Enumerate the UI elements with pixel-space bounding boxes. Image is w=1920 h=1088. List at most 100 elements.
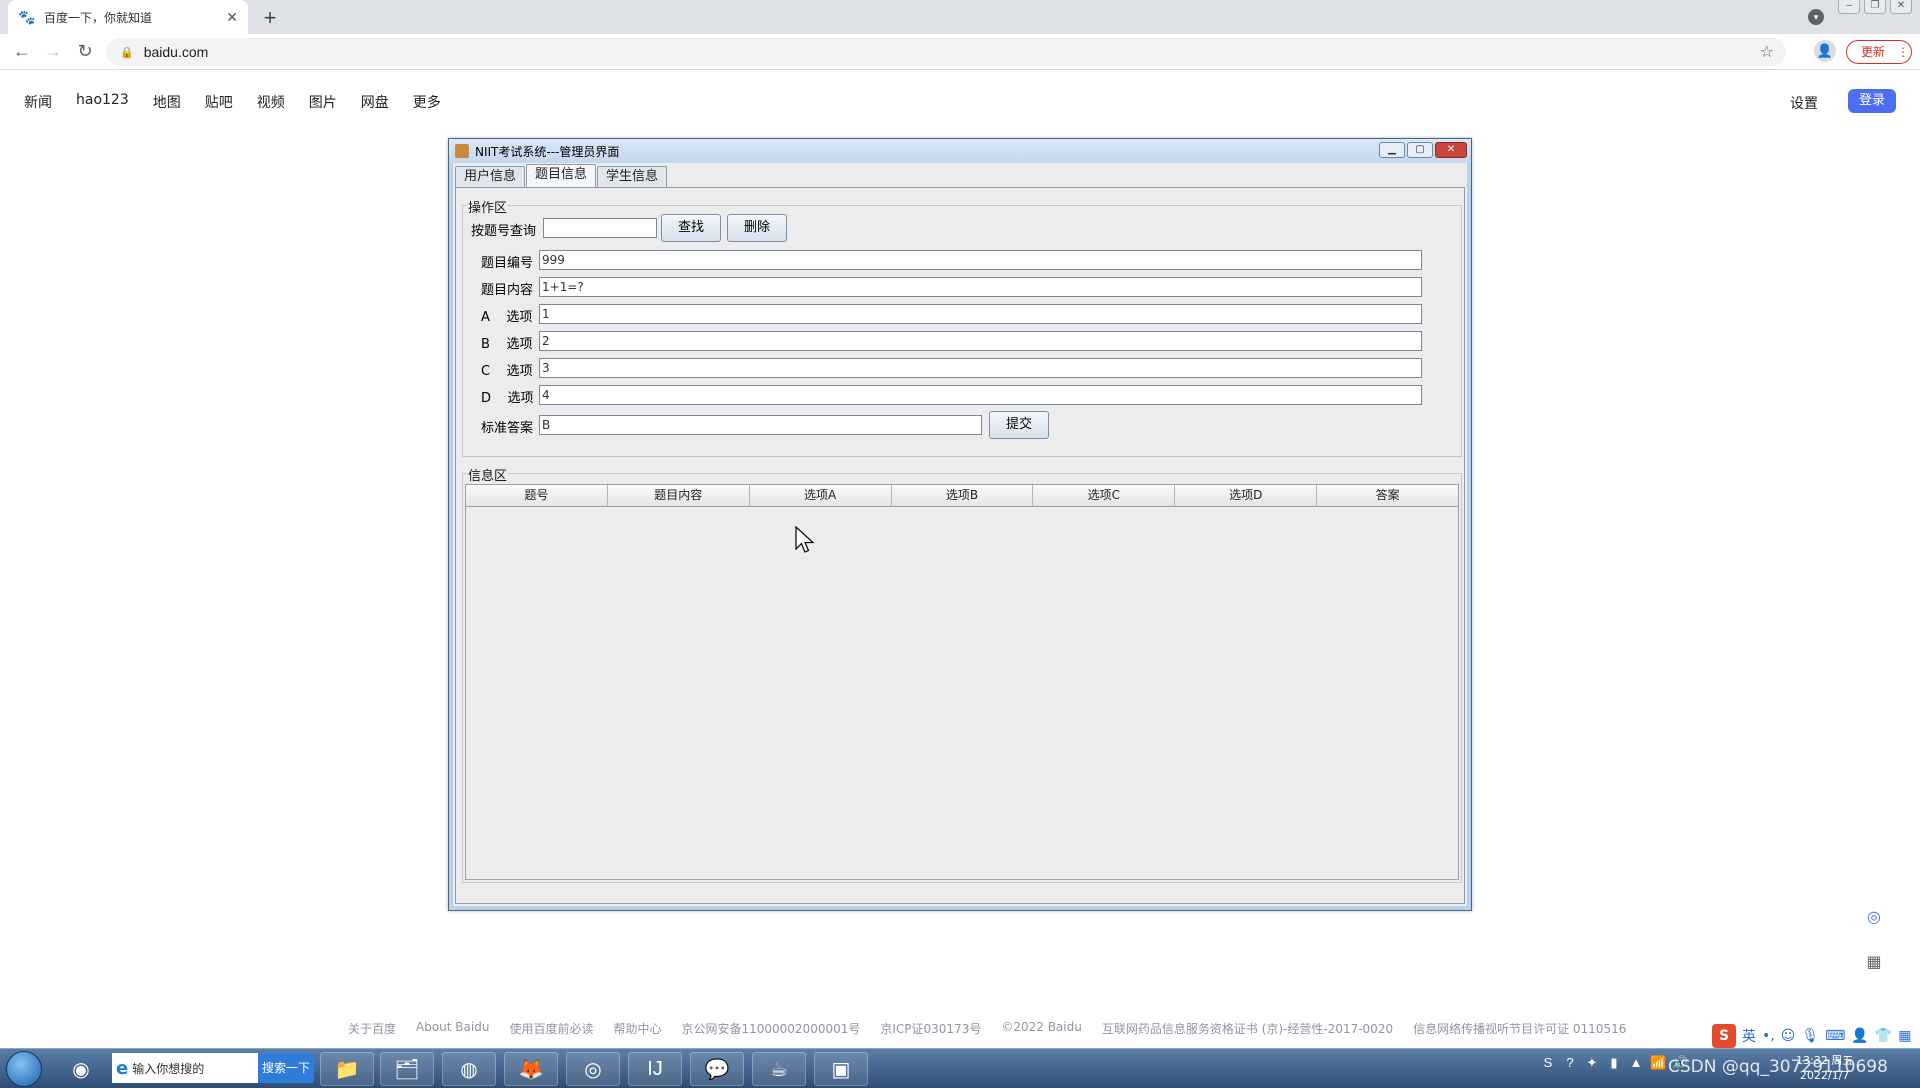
sogou-tray-icon[interactable]: S [1540,1055,1556,1071]
restore-window-button[interactable]: ❐ [1864,0,1886,14]
help-tray-icon[interactable]: ? [1562,1055,1578,1071]
option-a-field[interactable]: 1 [539,304,1422,324]
submit-button[interactable]: 提交 [989,411,1049,439]
tab-student-info[interactable]: 学生信息 [597,166,668,187]
back-icon[interactable]: ← [10,41,34,62]
show-hidden-icons[interactable]: ▲ [1628,1055,1644,1071]
baidu-top-nav: 新闻 hao123 地图 贴吧 视频 图片 网盘 更多 [24,92,465,112]
nav-link-image[interactable]: 图片 [309,92,337,112]
login-button[interactable]: 登录 [1848,89,1896,113]
maximize-button[interactable]: ▢ [1407,142,1433,158]
wechat-icon[interactable]: 💬 [690,1052,744,1086]
nav-link-news[interactable]: 新闻 [24,92,52,112]
footer-link[interactable]: 互联网药品信息服务资格证书 (京)-经营性-2017-0020 [1102,1020,1393,1037]
footer-link[interactable]: 关于百度 [348,1020,396,1037]
find-button[interactable]: 查找 [661,214,721,242]
punctuation-icon[interactable]: •, [1762,1028,1775,1044]
sogou-ime-icon[interactable]: S [1712,1024,1736,1048]
ime-lang-toggle[interactable]: 英 [1742,1026,1756,1046]
battery-tray-icon[interactable]: ▮ [1606,1055,1622,1071]
tab-search-icon[interactable]: ▾ [1808,9,1824,25]
nav-link-hao123[interactable]: hao123 [76,92,129,112]
qr-code-icon[interactable]: ▦ [1864,952,1884,972]
start-button[interactable] [6,1051,42,1087]
colorful-app-icon[interactable]: ◉ [56,1052,106,1086]
column-header-option-a[interactable]: 选项A [750,485,892,506]
skin-icon[interactable]: 👕 [1875,1028,1892,1044]
option-b-field[interactable]: 2 [539,331,1422,351]
question-content-field[interactable]: 1+1=? [539,277,1422,297]
voice-icon[interactable]: 🎙 [1801,1028,1819,1044]
taskbar-search-button[interactable]: 搜索一下 [258,1053,314,1083]
footer-link[interactable]: 帮助中心 [613,1020,661,1037]
delete-button[interactable]: 删除 [727,214,787,242]
nav-link-more[interactable]: 更多 [413,92,441,112]
bluetooth-tray-icon[interactable]: ✦ [1584,1055,1600,1071]
terminal-icon[interactable]: ▣ [814,1052,868,1086]
close-window-button[interactable]: ✕ [1890,0,1912,14]
settings-link[interactable]: 设置 [1790,93,1818,113]
emoji-icon[interactable]: ☺ [1781,1028,1796,1044]
questions-table[interactable]: 题号 题目内容 选项A 选项B 选项C 选项D 答案 [465,484,1459,880]
lock-icon[interactable]: 🔒 [120,46,134,59]
toolbox-icon[interactable]: ▦ [1898,1028,1911,1044]
column-header-option-b[interactable]: 选项B [892,485,1034,506]
option-d-field[interactable]: 4 [539,385,1422,405]
footer-link[interactable]: 信息网络传播视听节目许可证 0110516 [1413,1020,1626,1037]
nav-link-tieba[interactable]: 贴吧 [205,92,233,112]
java-app-icon[interactable]: ☕ [752,1052,806,1086]
tab-user-info[interactable]: 用户信息 [455,166,526,187]
keyboard-icon[interactable]: ⌨ [1825,1028,1845,1044]
baidu-paw-icon: 🐾 [18,9,36,25]
browser-tab[interactable]: 🐾 百度一下，你就知道 ✕ [8,0,248,34]
nav-link-video[interactable]: 视频 [257,92,285,112]
browser-toolbar: ← → ↻ 🔒 baidu.com ☆ [0,34,1920,70]
profile-avatar-icon[interactable]: 👤 [1814,40,1836,62]
folder-icon[interactable]: 📁 [320,1052,374,1086]
more-menu-icon: ⋮ [1897,45,1910,59]
ie-icon: e [116,1057,129,1079]
option-c-field[interactable]: 3 [539,358,1422,378]
update-button[interactable]: 更新 ⋮ [1846,40,1912,64]
forward-icon[interactable]: → [41,41,65,62]
footer-link[interactable]: 京ICP证030173号 [880,1020,981,1037]
column-header-content[interactable]: 题目内容 [608,485,750,506]
bookmark-star-icon[interactable]: ☆ [1760,42,1774,62]
column-header-option-c[interactable]: 选项C [1033,485,1176,506]
address-bar[interactable]: 🔒 baidu.com ☆ [106,38,1786,66]
question-id-field[interactable]: 999 [539,250,1422,270]
taskbar-search-box[interactable]: e 输入你想搜的 [112,1053,258,1083]
search-id-input[interactable] [543,218,657,238]
intellij-icon[interactable]: IJ [628,1052,682,1086]
tab-question-info[interactable]: 题目信息 [526,164,597,187]
network-tray-icon[interactable]: 📶 [1650,1055,1666,1071]
close-button[interactable]: ✕ [1435,142,1467,158]
reload-icon[interactable]: ↻ [73,41,97,62]
new-tab-button[interactable]: + [258,5,282,31]
firefox-icon[interactable]: 🦊 [504,1052,558,1086]
column-header-id[interactable]: 题号 [466,485,608,506]
footer-link[interactable]: 使用百度前必读 [509,1020,593,1037]
minimize-window-button[interactable]: – [1838,0,1860,14]
file-explorer-icon[interactable]: 🗂 [380,1052,434,1086]
footer-link[interactable]: 京公网安备11000002000001号 [681,1020,860,1037]
answer-field[interactable]: B [539,415,982,435]
option-b-label: B 选项 [481,337,533,352]
tab-title: 百度一下，你就知道 [44,10,153,25]
column-header-option-d[interactable]: 选项D [1175,485,1318,506]
chrome-icon[interactable]: ◍ [442,1052,496,1086]
close-tab-icon[interactable]: ✕ [226,9,238,26]
window-titlebar[interactable]: NIIT考试系统---管理员界面 ▁ ▢ ✕ [449,139,1471,163]
column-header-answer[interactable]: 答案 [1317,485,1458,506]
window-controls: – ❐ ✕ [1838,0,1912,14]
nav-link-map[interactable]: 地图 [153,92,181,112]
java-cup-icon [455,144,469,158]
clock-date: 2022/1/7 [1799,1069,1850,1082]
user-icon[interactable]: 👤 [1851,1028,1868,1044]
system-clock[interactable]: 13:32 周五 2022/1/7 [1796,1053,1853,1083]
refresh-feedback-icon[interactable]: ◎ [1864,907,1884,927]
media-player-icon[interactable]: ◎ [566,1052,620,1086]
footer-link[interactable]: About Baidu [416,1020,489,1037]
nav-link-pan[interactable]: 网盘 [361,92,389,112]
minimize-button[interactable]: ▁ [1379,142,1405,158]
